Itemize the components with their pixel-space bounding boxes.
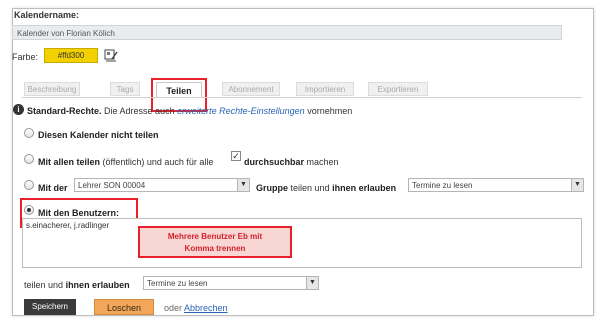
chevron-down-icon: ▼ <box>571 179 583 191</box>
info-text: Die Adresse auch <box>104 106 175 116</box>
tab-beschreibung[interactable]: Beschreibung <box>24 82 80 96</box>
calendar-name-label: Kalendername: <box>14 10 80 20</box>
share-all-line: Mit allen teilen (öffentlich) und auch f… <box>38 157 213 167</box>
share-group-bold: Mit der <box>38 183 68 193</box>
bottom-permission-select[interactable]: Termine zu lesen ▼ <box>143 276 319 290</box>
group-allow-bold: ihnen erlauben <box>332 183 397 193</box>
delete-button[interactable]: Loschen <box>94 299 154 315</box>
tab-importieren[interactable]: Importieren <box>296 82 354 96</box>
chevron-down-icon: ▼ <box>237 179 249 191</box>
cancel-link[interactable]: Abbrechen <box>184 303 228 313</box>
group-permission-select[interactable]: Termine zu lesen ▼ <box>408 178 584 192</box>
searchable-checkbox[interactable]: ✓ <box>231 151 241 161</box>
tab-divider <box>22 97 582 98</box>
color-label: Farbe: <box>12 52 39 62</box>
radio-share-group[interactable] <box>24 180 34 190</box>
group-permission-value: Termine zu lesen <box>412 181 473 190</box>
group-share-text: teilen und <box>290 183 330 193</box>
group-select-value: Lehrer SON 00004 <box>78 181 146 190</box>
users-textarea[interactable]: s.einacherer, j.radlinger <box>22 218 582 268</box>
searchable-text: machen <box>306 157 339 167</box>
advanced-rights-link[interactable]: erweiterte Rechte-Einstellungen <box>177 106 305 116</box>
group-word: Gruppe <box>256 183 289 193</box>
bottom-permission-line: teilen und ihnen erlauben <box>24 280 130 290</box>
bottom-permission-value: Termine zu lesen <box>147 279 208 288</box>
radio-share-users[interactable] <box>24 205 34 215</box>
info-bold: Standard-Rechte. <box>27 106 102 116</box>
info-icon: i <box>13 104 24 115</box>
group-select[interactable]: Lehrer SON 00004 ▼ <box>74 178 250 192</box>
searchable-bold: durchsuchbar <box>244 157 305 167</box>
color-field[interactable]: #ffd300 <box>44 48 98 63</box>
no-share-label: Diesen Kalender nicht teilen <box>38 130 159 140</box>
info-line: Standard-Rechte. Die Adresse auch erweit… <box>27 106 352 116</box>
info-suffix: vornehmen <box>307 106 353 116</box>
radio-share-all[interactable] <box>24 154 34 164</box>
annotation-line-2: Komma trennen <box>184 244 246 253</box>
annotation-line-1: Mehrere Benutzer Eb mit <box>167 232 263 241</box>
bottom-share-text: teilen und <box>24 280 64 290</box>
tab-abonnement[interactable]: Abonnement <box>222 82 280 96</box>
calendar-name-input[interactable]: Kalender von Florian Kölich <box>12 25 562 40</box>
share-all-bold: Mit allen teilen <box>38 157 101 167</box>
palette-icon[interactable] <box>104 48 118 62</box>
share-all-text: (öffentlich) und auch für alle <box>102 157 214 167</box>
searchable-line: durchsuchbar machen <box>244 157 339 167</box>
share-group-text: Gruppe teilen und ihnen erlauben <box>256 183 396 193</box>
save-button[interactable]: Speichern <box>24 299 76 315</box>
or-text: oder <box>164 303 183 313</box>
chevron-down-icon: ▼ <box>306 277 318 289</box>
bottom-allow-bold: ihnen erlauben <box>65 280 130 290</box>
tab-tags[interactable]: Tags <box>110 82 140 96</box>
radio-no-share[interactable] <box>24 128 34 138</box>
tab-exportieren[interactable]: Exportieren <box>368 82 428 96</box>
share-users-label: Mit den Benutzern: <box>38 208 119 218</box>
annotation-note: Mehrere Benutzer Eb mit Komma trennen <box>138 226 292 258</box>
